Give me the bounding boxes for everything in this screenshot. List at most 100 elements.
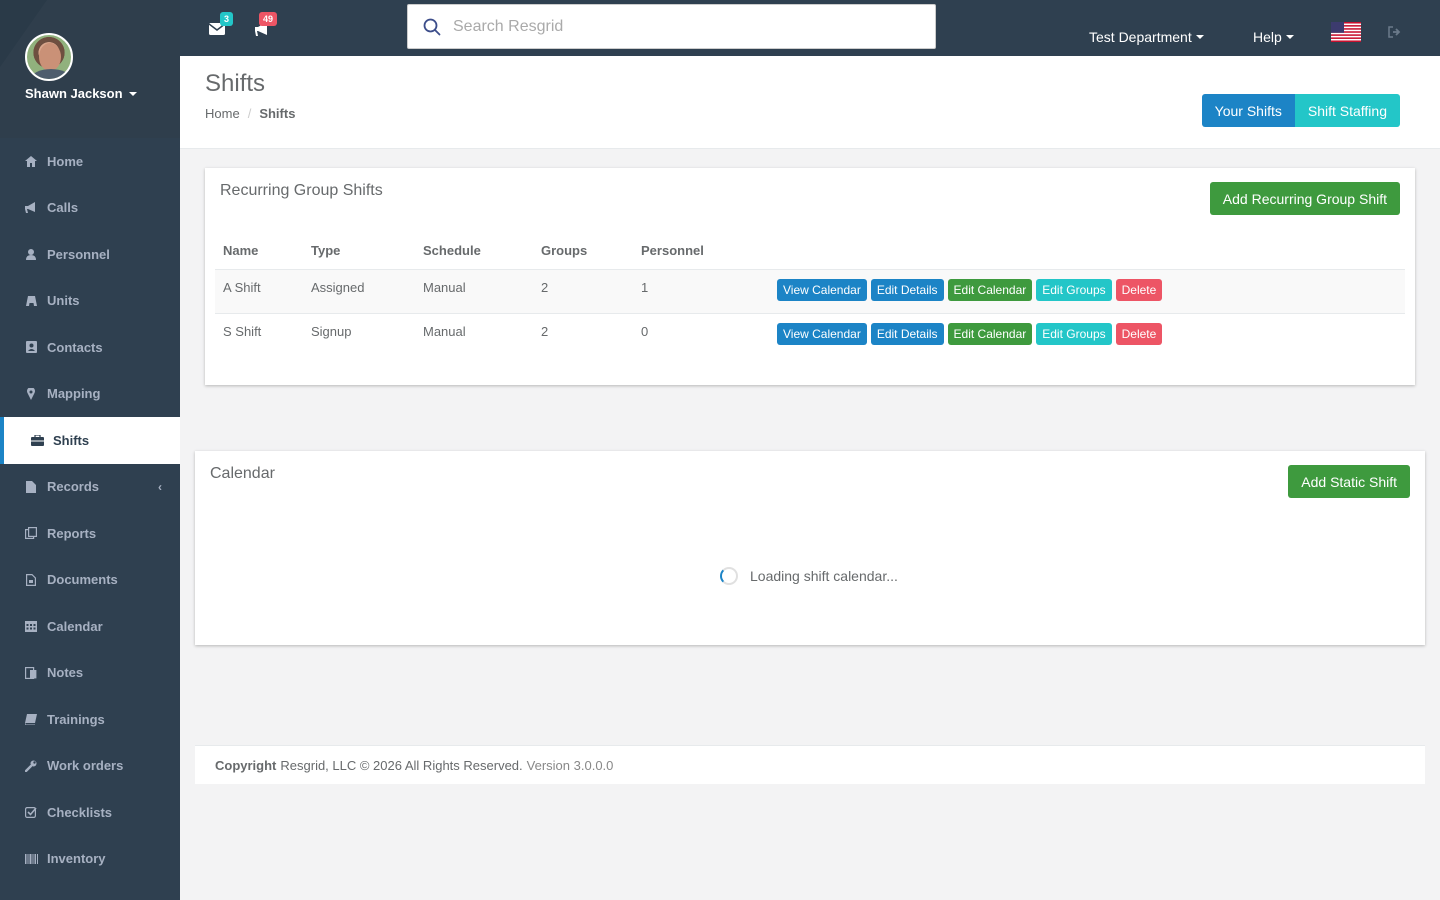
- department-dropdown[interactable]: Test Department: [1089, 29, 1204, 45]
- calls-button[interactable]: 49: [255, 12, 278, 39]
- breadcrumb-home-link[interactable]: Home: [205, 106, 240, 121]
- your-shifts-button[interactable]: Your Shifts: [1201, 94, 1295, 127]
- shift-schedule-cell: Manual: [415, 269, 533, 314]
- sidebar-item-label: Records: [47, 479, 100, 495]
- delete-button[interactable]: Delete: [1115, 322, 1163, 345]
- column-header-schedule: Schedule: [415, 233, 533, 270]
- shift-groups-cell: 2: [533, 269, 633, 314]
- reports-icon: [24, 527, 38, 540]
- copyright-label: Copyright: [215, 757, 277, 773]
- shift-type-cell: Assigned: [303, 269, 415, 314]
- checkbox-icon: [24, 806, 38, 819]
- help-label: Help: [1253, 29, 1282, 45]
- sidebar-item-checklists[interactable]: Checklists: [0, 789, 180, 836]
- user-icon: [24, 248, 38, 260]
- caret-down-icon: [128, 91, 137, 96]
- sidebar-item-mapping[interactable]: Mapping: [0, 371, 180, 418]
- calls-count-badge: 49: [259, 12, 278, 26]
- version-text: Version 3.0.0.0: [526, 757, 614, 773]
- sidebar-item-home[interactable]: Home: [0, 138, 180, 185]
- column-header-actions: [769, 233, 1405, 270]
- sidebar-item-label: Mapping: [47, 386, 101, 402]
- edit-groups-button[interactable]: Edit Groups: [1036, 322, 1112, 345]
- calendar-panel: Calendar Add Static Shift Loading shift …: [195, 451, 1425, 645]
- shift-name-cell: S Shift: [223, 323, 262, 339]
- sidebar-item-shifts[interactable]: Shifts: [0, 417, 180, 464]
- shift-actions-cell: View Calendar Edit Details Edit Calendar…: [769, 313, 1405, 357]
- profile-block: Shawn Jackson: [0, 0, 180, 138]
- document-icon: [24, 573, 38, 586]
- edit-calendar-button[interactable]: Edit Calendar: [947, 278, 1033, 301]
- calendar-title: Calendar: [210, 465, 275, 482]
- sidebar-item-records[interactable]: Records ‹: [0, 464, 180, 511]
- copyright-text: Resgrid, LLC © 2026 All Rights Reserved.: [280, 757, 523, 773]
- sidebar-item-label: Documents: [47, 572, 118, 588]
- caret-down-icon: [1195, 35, 1204, 39]
- calendar-loading: Loading shift calendar...: [720, 567, 898, 585]
- sidebar-item-inventory[interactable]: Inventory: [0, 836, 180, 883]
- sidebar-item-label: Trainings: [47, 711, 105, 727]
- breadcrumb-separator: /: [247, 106, 252, 121]
- chevron-left-icon: ‹: [158, 479, 162, 494]
- table-row: S Shift Signup Manual 2 0 View Calendar …: [215, 313, 1405, 357]
- sidebar: Shawn Jackson Home Calls Personnel Units…: [0, 0, 180, 900]
- edit-groups-button[interactable]: Edit Groups: [1036, 278, 1112, 301]
- breadcrumb-current: Shifts: [259, 106, 296, 121]
- edit-details-button[interactable]: Edit Details: [870, 278, 944, 301]
- page-title: Shifts: [205, 70, 266, 97]
- sidebar-item-label: Work orders: [47, 758, 124, 774]
- sidebar-item-label: Inventory: [47, 851, 106, 867]
- sidebar-item-units[interactable]: Units: [0, 278, 180, 325]
- view-calendar-button[interactable]: View Calendar: [777, 278, 867, 301]
- wrench-icon: [24, 760, 38, 772]
- header-button-group: Your Shifts Shift Staffing: [1201, 94, 1400, 127]
- top-navbar: 3 49 Test Department Help: [180, 0, 1440, 56]
- briefcase-icon: [30, 434, 44, 446]
- sidebar-item-notes[interactable]: Notes: [0, 650, 180, 697]
- shift-type-cell: Signup: [311, 323, 352, 339]
- shift-groups-cell: 2: [541, 323, 549, 339]
- sidebar-item-label: Notes: [47, 665, 84, 681]
- sidebar-item-personnel[interactable]: Personnel: [0, 231, 180, 278]
- map-marker-icon: [24, 387, 38, 400]
- search-input[interactable]: [453, 17, 893, 36]
- sidebar-item-documents[interactable]: Documents: [0, 557, 180, 604]
- table-header-row: Name Type Schedule Groups Personnel: [215, 233, 1405, 270]
- sidebar-item-calls[interactable]: Calls: [0, 185, 180, 232]
- footer: Copyright Resgrid, LLC © 2026 All Rights…: [195, 745, 1425, 784]
- shift-personnel-cell: 1: [633, 269, 769, 314]
- shift-name-cell: A Shift: [215, 269, 303, 314]
- avatar[interactable]: [25, 33, 73, 81]
- edit-calendar-button[interactable]: Edit Calendar: [947, 322, 1033, 345]
- sidebar-item-reports[interactable]: Reports: [0, 510, 180, 557]
- sidebar-nav: Home Calls Personnel Units Contacts Mapp…: [0, 138, 180, 882]
- loading-text: Loading shift calendar...: [750, 568, 898, 584]
- sidebar-item-work-orders[interactable]: Work orders: [0, 743, 180, 790]
- shift-schedule-cell: Manual: [423, 323, 466, 339]
- table-row: A Shift Assigned Manual 2 1 View Calenda…: [215, 269, 1405, 314]
- add-static-shift-button[interactable]: Add Static Shift: [1288, 465, 1410, 498]
- messages-button[interactable]: 3: [208, 12, 234, 38]
- address-book-icon: [24, 341, 38, 354]
- add-recurring-group-shift-button[interactable]: Add Recurring Group Shift: [1209, 182, 1400, 215]
- recurring-shifts-panel: Recurring Group Shifts Add Recurring Gro…: [205, 168, 1415, 385]
- sidebar-item-trainings[interactable]: Trainings: [0, 696, 180, 743]
- view-calendar-button[interactable]: View Calendar: [777, 322, 867, 345]
- delete-button[interactable]: Delete: [1115, 278, 1163, 301]
- sidebar-item-contacts[interactable]: Contacts: [0, 324, 180, 371]
- sidebar-item-label: Calendar: [47, 618, 103, 634]
- home-icon: [24, 155, 38, 167]
- sidebar-item-label: Reports: [47, 525, 97, 541]
- sidebar-item-calendar[interactable]: Calendar: [0, 603, 180, 650]
- search-icon[interactable]: [423, 18, 441, 36]
- recurring-shifts-table: Name Type Schedule Groups Personnel A Sh…: [215, 233, 1405, 357]
- edit-details-button[interactable]: Edit Details: [870, 322, 944, 345]
- caret-down-icon: [1285, 35, 1294, 39]
- sign-out-icon[interactable]: [1388, 26, 1402, 38]
- us-flag-icon[interactable]: [1331, 22, 1361, 42]
- sidebar-item-label: Checklists: [47, 804, 113, 820]
- shift-staffing-button[interactable]: Shift Staffing: [1294, 94, 1400, 127]
- help-dropdown[interactable]: Help: [1253, 29, 1294, 45]
- user-menu[interactable]: Shawn Jackson: [25, 86, 180, 101]
- column-header-type: Type: [303, 233, 415, 270]
